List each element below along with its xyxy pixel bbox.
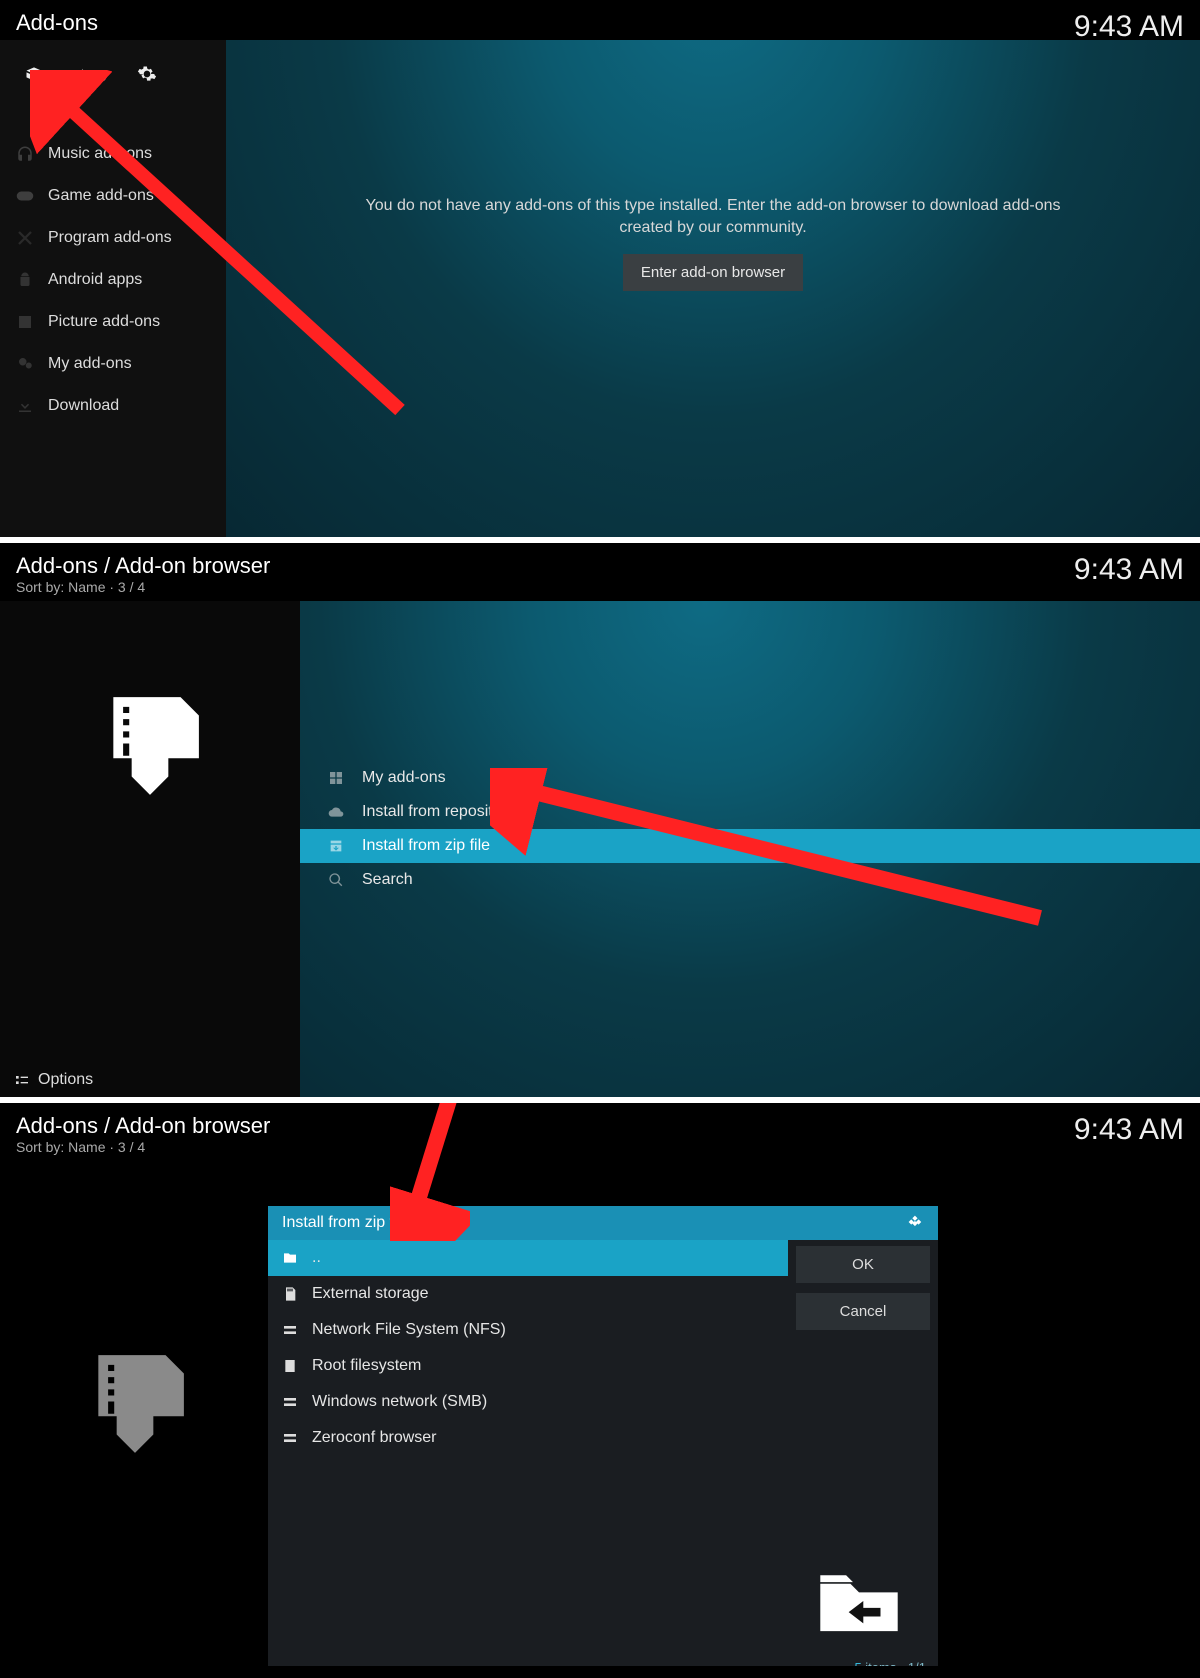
file-row-root[interactable]: Root filesystem [268, 1348, 788, 1384]
sidebar-item-label: Music add-ons [48, 145, 152, 163]
page-title: Add-ons / Add-on browser [16, 553, 270, 579]
sidebar: 0 Music add-ons Game add-ons Program add… [0, 40, 226, 543]
android-icon [16, 271, 34, 289]
options-button[interactable]: Options [14, 1071, 93, 1089]
file-row-nfs[interactable]: Network File System (NFS) [268, 1312, 788, 1348]
sidebar-item-label: My add-ons [48, 355, 132, 373]
update-count: 0 [98, 68, 107, 86]
page-title: Add-ons [16, 10, 98, 36]
search-icon [328, 872, 344, 888]
file-row-smb[interactable]: Windows network (SMB) [268, 1384, 788, 1420]
sidebar-item-download[interactable]: Download [0, 385, 226, 427]
net-icon [282, 1430, 298, 1446]
file-row-label: Network File System (NFS) [312, 1321, 506, 1339]
menu-item-install-zip[interactable]: Install from zip file [300, 829, 1200, 863]
sidebar-item-label: Download [48, 397, 119, 415]
file-row-parent[interactable]: .. [268, 1240, 788, 1276]
content-area: You do not have any add-ons of this type… [226, 40, 1200, 537]
sidebar-item-label: Game add-ons [48, 187, 154, 205]
sidebar-item-label: Picture add-ons [48, 313, 160, 331]
install-from-zip-dialog: Install from zip file .. External storag… [268, 1206, 938, 1666]
file-row-label: Windows network (SMB) [312, 1393, 487, 1411]
sidebar [70, 1259, 200, 1464]
menu-item-label: Install from zip file [362, 837, 490, 855]
cloud-down-icon [328, 804, 344, 820]
disk-icon [282, 1358, 298, 1374]
download-icon [16, 397, 34, 415]
sidebar-item-android-apps[interactable]: Android apps [0, 259, 226, 301]
menu-item-my-addons[interactable]: My add-ons [300, 761, 1200, 795]
menu-item-label: Install from repository [362, 803, 515, 821]
clock: 9:43 AM [1074, 553, 1184, 595]
options-label: Options [38, 1071, 93, 1089]
net-icon [282, 1322, 298, 1338]
kodi-logo-icon [906, 1212, 924, 1235]
empty-message: You do not have any add-ons of this type… [363, 195, 1063, 240]
file-row-label: .. [312, 1249, 321, 1267]
file-row-label: Zeroconf browser [312, 1429, 437, 1447]
sidebar-item-label: Android apps [48, 271, 142, 289]
clock: 9:43 AM [1074, 1113, 1184, 1155]
sidebar-item-game-addons[interactable]: Game add-ons [0, 175, 226, 217]
gamepad-icon [16, 187, 34, 205]
sidebar-item-my-addons[interactable]: My add-ons [0, 343, 226, 385]
ok-button[interactable]: OK [796, 1246, 930, 1283]
menu-item-label: My add-ons [362, 769, 446, 787]
enter-addon-browser-button[interactable]: Enter add-on browser [623, 254, 803, 291]
sidebar-item-picture-addons[interactable]: Picture add-ons [0, 301, 226, 343]
open-box-icon[interactable] [24, 64, 44, 89]
content-area: My add-ons Install from repository Insta… [300, 601, 1200, 1097]
folder-up-icon [282, 1250, 298, 1266]
crossed-icon [16, 229, 34, 247]
sd-icon [282, 1286, 298, 1302]
dialog-footer: 5 items · 1/1 [854, 1660, 926, 1666]
zip-download-icon [85, 691, 215, 806]
gears-icon [16, 355, 34, 373]
file-row-label: Root filesystem [312, 1357, 421, 1375]
cancel-button[interactable]: Cancel [796, 1293, 930, 1330]
file-row-external-storage[interactable]: External storage [268, 1276, 788, 1312]
grid-icon [328, 770, 344, 786]
sort-info: Sort by: Name · 3 / 4 [16, 1139, 270, 1155]
net-icon [282, 1394, 298, 1410]
sidebar-item-program-addons[interactable]: Program add-ons [0, 217, 226, 259]
page-title: Add-ons / Add-on browser [16, 1113, 270, 1139]
package-down-icon [328, 838, 344, 854]
sidebar-item-label: Program add-ons [48, 229, 172, 247]
menu-item-search[interactable]: Search [300, 863, 1200, 897]
gear-icon[interactable] [137, 64, 157, 89]
dialog-title: Install from zip file [282, 1214, 410, 1232]
folder-back-icon [816, 1566, 902, 1641]
headphones-icon [16, 145, 34, 163]
update-count-button[interactable]: 0 [74, 68, 107, 86]
sidebar: Options [0, 601, 300, 1097]
file-row-label: External storage [312, 1285, 429, 1303]
clock: 9:43 AM [1074, 10, 1184, 44]
file-row-zeroconf[interactable]: Zeroconf browser [268, 1420, 788, 1456]
sort-info: Sort by: Name · 3 / 4 [16, 579, 270, 595]
menu-item-label: Search [362, 871, 413, 889]
menu-item-install-repository[interactable]: Install from repository [300, 795, 1200, 829]
sidebar-item-music-addons[interactable]: Music add-ons [0, 133, 226, 175]
zip-download-icon [70, 1349, 200, 1464]
image-icon [16, 313, 34, 331]
